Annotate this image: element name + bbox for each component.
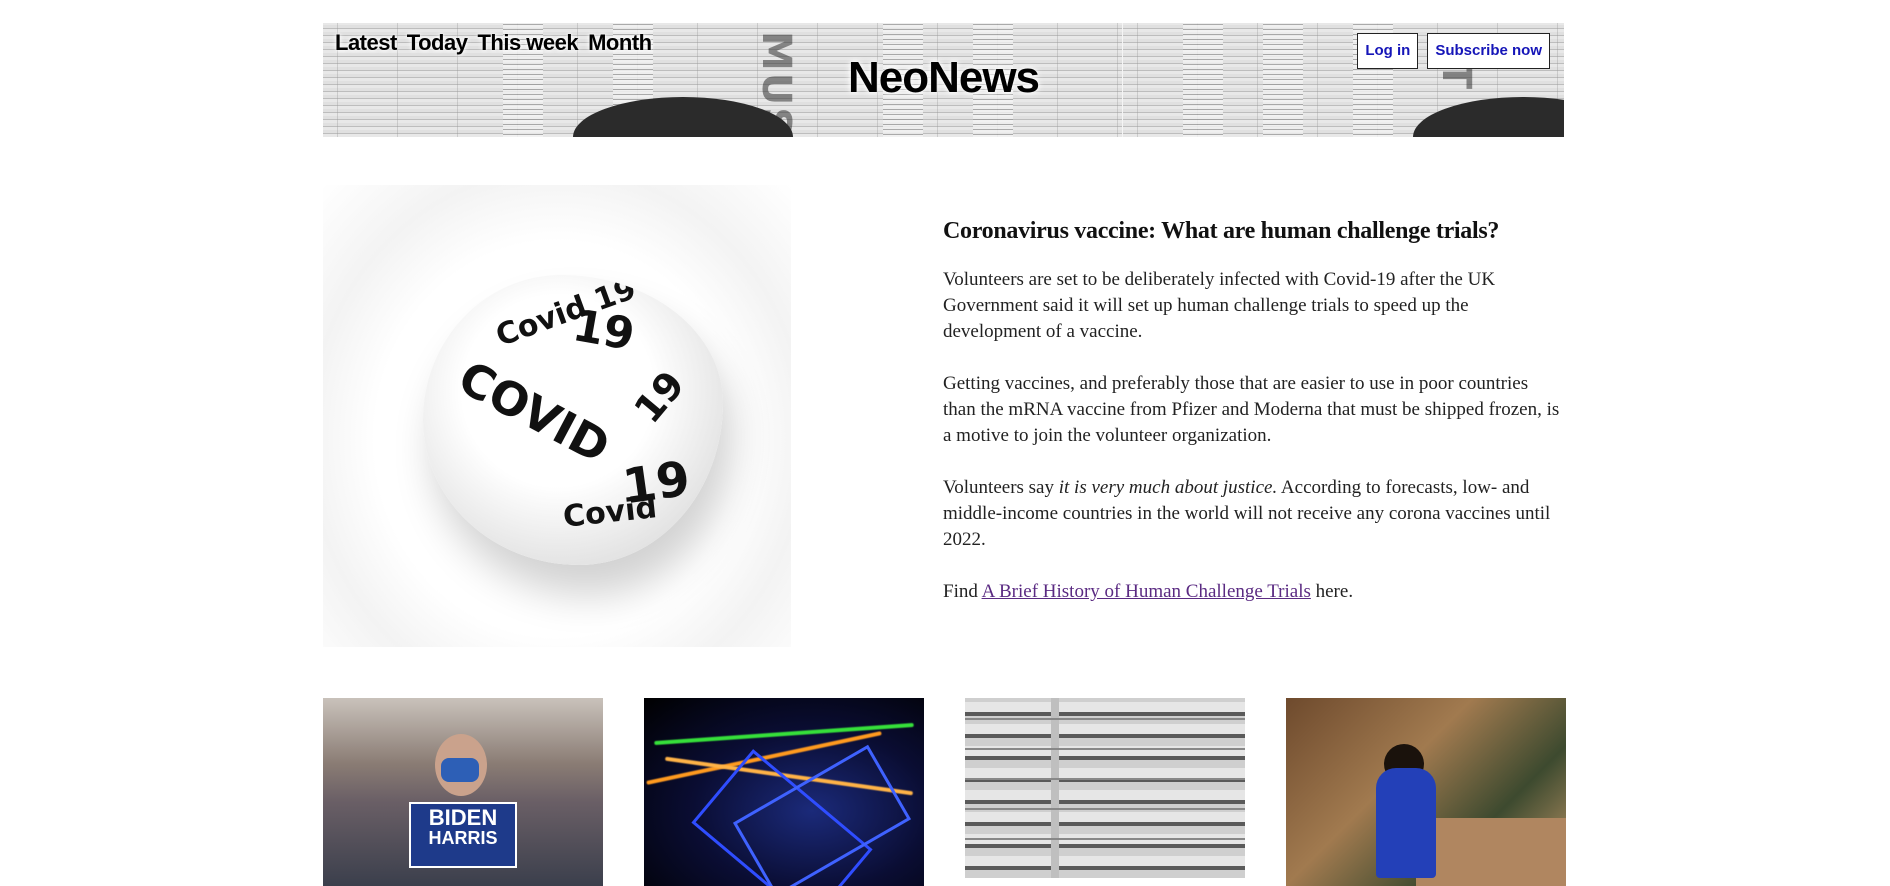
nav-today[interactable]: Today [407, 30, 468, 56]
subscribe-button[interactable]: Subscribe now [1427, 33, 1550, 69]
campaign-sign: BIDEN HARRIS [409, 802, 517, 868]
article-paragraph: Volunteers are set to be deliberately in… [943, 269, 1496, 342]
site-header: MUŞT ST Latest Today This week Month Neo… [323, 23, 1564, 137]
main-nav: Latest Today This week Month [335, 30, 652, 56]
nav-month[interactable]: Month [588, 30, 652, 56]
crumpled-paper-illustration: COVID 19 Covid 19 Covid 19 19 [423, 275, 723, 565]
login-button[interactable]: Log in [1357, 33, 1419, 69]
face-mask-graphic [441, 758, 479, 782]
nav-this-week[interactable]: This week [477, 30, 578, 56]
news-card-image[interactable] [644, 698, 924, 886]
auth-buttons: Log in Subscribe now [1357, 33, 1550, 69]
article-paragraph: Volunteers say it is very much about jus… [943, 477, 1551, 550]
nav-latest[interactable]: Latest [335, 30, 397, 56]
history-link[interactable]: A Brief History of Human Challenge Trial… [982, 581, 1311, 602]
feature-image: COVID 19 Covid 19 Covid 19 19 [323, 185, 791, 647]
article-quote: it is very much about justice. [1058, 477, 1278, 498]
article-title: Coronavirus vaccine: What are human chal… [943, 218, 1500, 244]
feature-article: Coronavirus vaccine: What are human chal… [943, 218, 1563, 631]
news-card-image[interactable] [965, 698, 1245, 878]
article-paragraph: Getting vaccines, and preferably those t… [943, 373, 1560, 446]
article-paragraph: Find A Brief History of Human Challenge … [943, 581, 1354, 602]
news-card-image[interactable] [1286, 698, 1566, 886]
news-card-image[interactable]: BIDEN HARRIS [323, 698, 603, 886]
